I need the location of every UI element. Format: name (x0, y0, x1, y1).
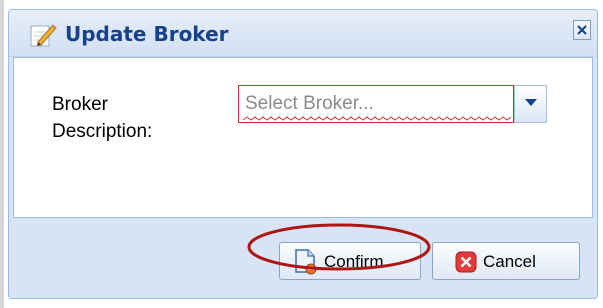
combo-dropdown-trigger[interactable] (514, 85, 547, 123)
broker-combo[interactable] (238, 85, 514, 123)
dialog-title: Update Broker (65, 22, 229, 46)
cancel-x-icon (455, 251, 477, 273)
document-confirm-icon (295, 249, 317, 275)
pencil-edit-icon (29, 20, 57, 48)
confirm-button[interactable]: Confirm (279, 242, 421, 280)
cancel-button-label: Cancel (483, 252, 536, 271)
close-icon (577, 25, 587, 35)
dialog-button-bar: Confirm Cancel (9, 218, 597, 298)
invalid-field-underline (243, 116, 511, 121)
chevron-down-icon (525, 99, 537, 106)
broker-description-label: Broker Description: (52, 94, 153, 142)
cancel-button[interactable]: Cancel (432, 242, 580, 280)
close-button[interactable] (573, 20, 591, 40)
dialog-titlebar[interactable]: Update Broker (9, 10, 597, 57)
confirm-button-label: Confirm (324, 252, 384, 271)
background-window-edge (0, 0, 4, 308)
dialog-form-body: Broker Description: (13, 57, 593, 218)
update-broker-dialog: Update Broker Broker Description: Select… (8, 9, 598, 299)
